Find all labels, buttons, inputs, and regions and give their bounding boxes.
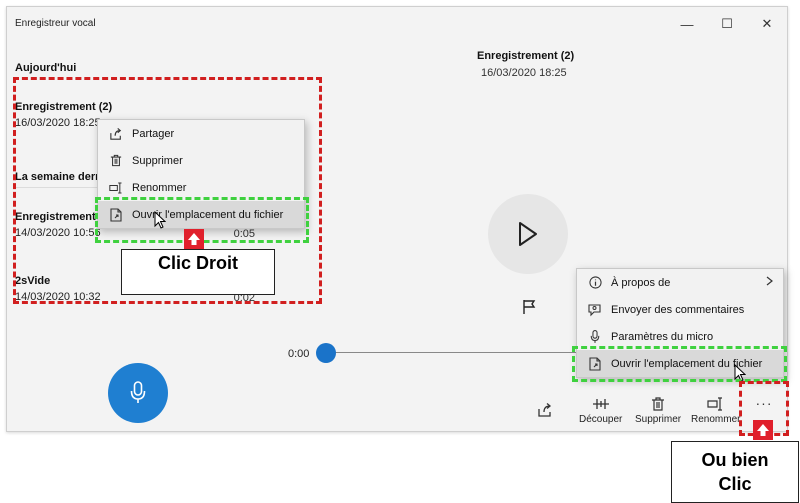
delete-label: Supprimer (635, 414, 682, 425)
detail-date: 16/03/2020 18:25 (481, 67, 567, 79)
trim-icon (592, 399, 609, 409)
window-title: Enregistreur vocal (15, 18, 96, 29)
more-menu-item-feedback[interactable]: Envoyer des commentaires (577, 296, 783, 323)
info-icon (587, 275, 603, 291)
record-button[interactable] (108, 363, 168, 423)
more-menu-item-about[interactable]: À propos de (577, 269, 783, 296)
mic-settings-icon (587, 329, 603, 345)
playback-time: 0:00 (288, 348, 310, 360)
trim-button[interactable]: Découper (579, 397, 622, 425)
share-button[interactable] (537, 403, 553, 422)
group-header-today: Aujourd'hui (15, 62, 77, 74)
trash-icon (652, 397, 665, 411)
rename-button[interactable]: Renommer (691, 397, 740, 425)
close-button[interactable]: ✕ (747, 11, 787, 37)
chevron-right-icon (766, 276, 773, 289)
share-icon (538, 403, 552, 417)
trim-label: Découper (579, 414, 623, 425)
right-click-callout: Clic Droit (121, 249, 275, 295)
detail-title: Enregistrement (2) (477, 50, 575, 62)
right-click-callout-text: Clic Droit (157, 253, 238, 273)
or-click-callout-line1: Ou bien (701, 450, 769, 470)
delete-button[interactable]: Supprimer (635, 397, 681, 425)
or-click-callout-line2: Clic (718, 474, 752, 494)
rename-label: Renommer (691, 414, 741, 425)
playback-slider-thumb[interactable] (316, 343, 336, 363)
up-arrow-icon (184, 229, 204, 249)
play-icon (519, 222, 537, 246)
add-marker-button[interactable] (517, 295, 541, 319)
or-click-callout: Ou bien Clic (671, 441, 799, 503)
maximize-button[interactable]: ☐ (707, 11, 747, 37)
feedback-icon (587, 302, 603, 318)
title-bar: Enregistreur vocal — ☐ ✕ (7, 7, 787, 41)
minimize-button[interactable]: — (667, 11, 707, 37)
more-menu-label: À propos de (611, 276, 671, 289)
more-menu-label: Envoyer des commentaires (611, 303, 745, 316)
microphone-icon (130, 381, 146, 403)
flag-icon (523, 300, 536, 314)
rename-icon (707, 397, 722, 411)
play-button[interactable] (488, 194, 568, 274)
more-menu-label: Paramètres du micro (611, 330, 714, 343)
up-arrow-icon (753, 420, 773, 440)
green-highlight-more-open-location (572, 346, 787, 382)
